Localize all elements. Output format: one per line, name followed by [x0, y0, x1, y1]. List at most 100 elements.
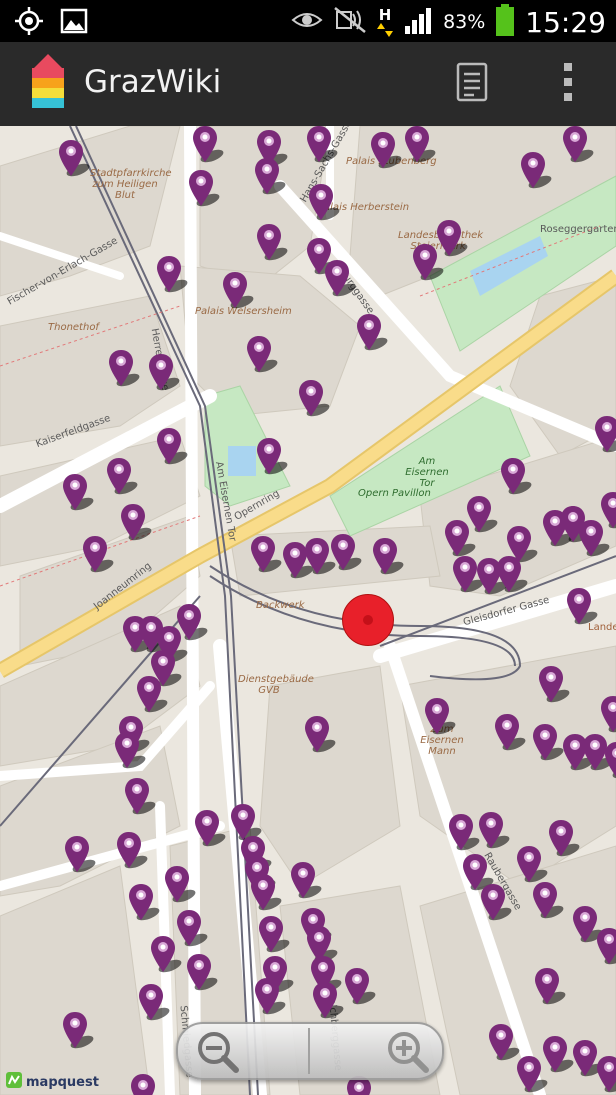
map-pin[interactable]: [370, 132, 402, 172]
zoom-out-icon: [194, 1032, 240, 1078]
map-pin[interactable]: [250, 536, 282, 576]
map-pin[interactable]: [604, 742, 616, 782]
poi-label: Opern Pavillon: [358, 488, 431, 499]
map-view[interactable]: Fischer-von-Erlach-Gasse Kaiserfeldgasse…: [0, 126, 616, 1095]
map-pin[interactable]: [148, 354, 180, 394]
map-pin[interactable]: [480, 884, 512, 924]
map-pin[interactable]: [58, 140, 90, 180]
map-pin[interactable]: [412, 244, 444, 284]
map-pin[interactable]: [108, 350, 140, 390]
map-pin[interactable]: [64, 836, 96, 876]
map-pin[interactable]: [500, 458, 532, 498]
list-icon: [456, 62, 488, 106]
map-pin[interactable]: [106, 458, 138, 498]
map-pin[interactable]: [186, 954, 218, 994]
map-pin[interactable]: [192, 126, 224, 166]
map-pin[interactable]: [306, 126, 338, 166]
action-bar: GrazWiki: [0, 42, 616, 127]
attribution-text: mapquest: [26, 1074, 99, 1090]
map-pin[interactable]: [596, 928, 616, 968]
map-pin[interactable]: [572, 906, 604, 946]
map-pin[interactable]: [250, 874, 282, 914]
map-pin[interactable]: [194, 810, 226, 850]
map-pin[interactable]: [308, 184, 340, 224]
map-pin[interactable]: [136, 676, 168, 716]
map-pin[interactable]: [82, 536, 114, 576]
map-pin[interactable]: [496, 556, 528, 596]
map-pin[interactable]: [150, 936, 182, 976]
image-icon: [60, 8, 88, 38]
map-pin[interactable]: [344, 968, 376, 1008]
map-pin[interactable]: [424, 698, 456, 738]
map-pin[interactable]: [372, 538, 404, 578]
map-pin[interactable]: [548, 820, 580, 860]
zoom-control: [176, 1022, 444, 1080]
map-pin[interactable]: [254, 158, 286, 198]
zoom-divider: [308, 1028, 310, 1074]
zoom-in-icon: [384, 1032, 430, 1078]
map-pin[interactable]: [156, 256, 188, 296]
map-pin[interactable]: [356, 314, 388, 354]
map-pin[interactable]: [124, 778, 156, 818]
map-pin[interactable]: [312, 982, 344, 1022]
map-pin[interactable]: [532, 724, 564, 764]
battery-icon: [495, 4, 515, 40]
map-pin[interactable]: [324, 260, 356, 300]
app-logo-icon: [28, 54, 68, 114]
map-pin[interactable]: [448, 814, 480, 854]
battery-percent: 83%: [443, 11, 486, 33]
app-title: GrazWiki: [84, 64, 222, 100]
map-pin[interactable]: [116, 832, 148, 872]
map-pin[interactable]: [562, 126, 594, 166]
gps-icon: [14, 6, 44, 40]
map-pin[interactable]: [516, 846, 548, 886]
map-pin[interactable]: [520, 152, 552, 192]
map-pin[interactable]: [538, 666, 570, 706]
map-pin[interactable]: [62, 1012, 94, 1052]
poi-label: Thonethof: [48, 322, 99, 333]
map-pin[interactable]: [516, 1056, 548, 1095]
map-pin[interactable]: [128, 884, 160, 924]
map-pin[interactable]: [304, 716, 336, 756]
map-pin[interactable]: [258, 916, 290, 956]
map-pin[interactable]: [120, 504, 152, 544]
overflow-menu-button[interactable]: [546, 62, 590, 106]
map-pin[interactable]: [330, 534, 362, 574]
map-pin[interactable]: [534, 968, 566, 1008]
list-button[interactable]: [450, 62, 494, 106]
map-pin[interactable]: [188, 170, 220, 210]
map-pin[interactable]: [494, 714, 526, 754]
current-location-marker[interactable]: [342, 594, 394, 646]
map-pin[interactable]: [256, 224, 288, 264]
zoom-in-button[interactable]: [384, 1028, 430, 1074]
map-pin[interactable]: [404, 126, 436, 166]
zoom-out-button[interactable]: [194, 1028, 240, 1074]
map-pin[interactable]: [246, 336, 278, 376]
map-pin[interactable]: [444, 520, 476, 560]
map-pin[interactable]: [138, 984, 170, 1024]
map-pin[interactable]: [596, 1056, 616, 1095]
map-pin[interactable]: [254, 978, 286, 1018]
map-pin[interactable]: [164, 866, 196, 906]
signal-icon: [403, 6, 433, 38]
map-pin[interactable]: [572, 1040, 604, 1080]
map-pin[interactable]: [600, 696, 616, 736]
map-pin[interactable]: [566, 588, 598, 628]
map-pin[interactable]: [304, 538, 336, 578]
map-pin[interactable]: [114, 732, 146, 772]
map-pin[interactable]: [298, 380, 330, 420]
map-pin[interactable]: [130, 1074, 156, 1095]
map-pin[interactable]: [452, 556, 484, 596]
map-pin[interactable]: [256, 438, 288, 478]
map-pin[interactable]: [594, 416, 616, 456]
map-pin[interactable]: [478, 812, 510, 852]
map-pin[interactable]: [290, 862, 322, 902]
status-bar: H 83% 15:29: [0, 0, 616, 42]
map-pin[interactable]: [62, 474, 94, 514]
map-pin[interactable]: [600, 492, 616, 532]
mute-icon: [333, 6, 367, 38]
map-pin[interactable]: [156, 428, 188, 468]
map-pin[interactable]: [532, 882, 564, 922]
map-pin[interactable]: [488, 1024, 520, 1064]
map-pin[interactable]: [222, 272, 254, 312]
